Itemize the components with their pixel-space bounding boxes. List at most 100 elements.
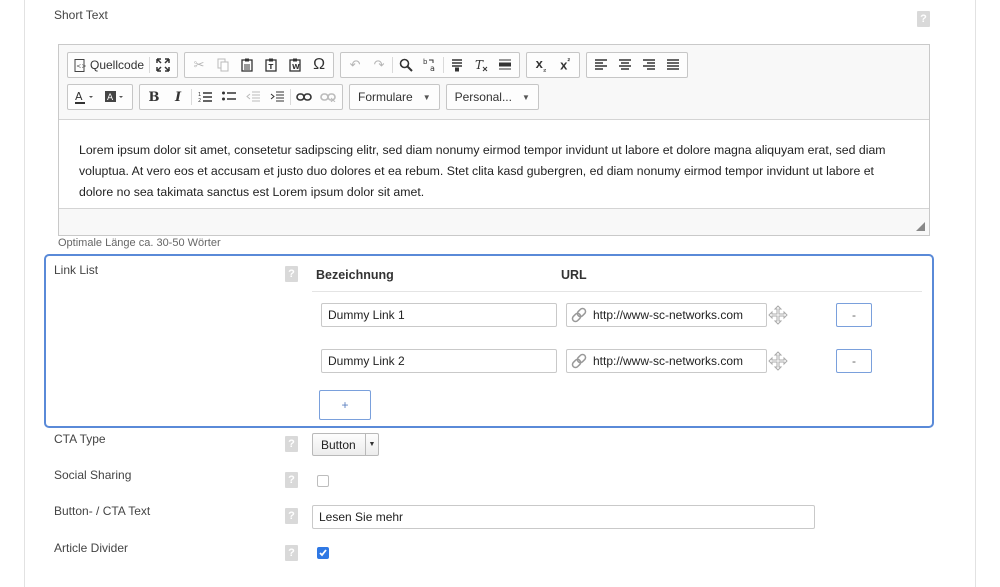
horizontal-line-button[interactable] xyxy=(493,54,517,76)
redo-button[interactable]: ↷ xyxy=(367,54,391,76)
link-url-field xyxy=(566,349,767,373)
select-all-button[interactable] xyxy=(445,54,469,76)
paste-text-button[interactable]: T xyxy=(259,54,283,76)
align-justify-button[interactable] xyxy=(661,54,685,76)
link-button[interactable] xyxy=(292,86,316,108)
cta-type-select[interactable]: Button ▼ xyxy=(312,433,379,456)
unlink-button[interactable] xyxy=(316,86,340,108)
move-icon[interactable] xyxy=(768,351,788,371)
superscript-icon: x² xyxy=(560,57,570,73)
background-color-icon: A xyxy=(105,91,123,103)
superscript-button[interactable]: x² xyxy=(553,54,577,76)
length-hint: Optimale Länge ca. 30-50 Wörter xyxy=(58,237,221,249)
find-button[interactable] xyxy=(394,54,418,76)
remove-format-icon: T xyxy=(475,58,488,72)
outdent-button[interactable] xyxy=(241,86,265,108)
link-list-help-icon[interactable]: ? xyxy=(285,266,298,282)
svg-text:T: T xyxy=(269,63,274,71)
bullet-list-icon xyxy=(222,91,236,101)
svg-text:<>: <> xyxy=(76,63,86,70)
link-name-input[interactable] xyxy=(321,349,557,373)
cta-type-help-icon[interactable]: ? xyxy=(285,436,298,452)
chevron-down-icon: ▼ xyxy=(365,434,378,455)
replace-button[interactable]: ba xyxy=(418,54,442,76)
bold-button[interactable]: B xyxy=(142,86,166,108)
unlink-icon xyxy=(320,93,336,102)
special-char-button[interactable]: Ω xyxy=(307,54,331,76)
chain-link-icon xyxy=(567,306,591,324)
search-icon xyxy=(399,58,413,72)
align-right-button[interactable] xyxy=(637,54,661,76)
undo-button[interactable]: ↶ xyxy=(343,54,367,76)
horizontal-rule-icon xyxy=(499,59,512,70)
svg-text:A: A xyxy=(107,93,114,103)
checkmark-icon xyxy=(319,549,327,557)
format-dropdown[interactable]: Formulare ▼ xyxy=(349,84,440,110)
toolbar-group-document: <> Quellcode xyxy=(67,52,179,78)
chevron-down-icon: ▼ xyxy=(521,92,530,102)
link-url-input[interactable] xyxy=(591,354,761,368)
numbered-list-button[interactable]: 12 xyxy=(193,86,217,108)
link-name-input[interactable] xyxy=(321,303,557,327)
remove-link-button[interactable]: - xyxy=(836,349,872,373)
style-dropdown-label: Personal... xyxy=(454,90,512,104)
align-center-button[interactable] xyxy=(613,54,637,76)
cut-button[interactable]: ✂ xyxy=(187,54,211,76)
subscript-icon: x₂ xyxy=(535,56,547,74)
svg-text:A: A xyxy=(75,90,83,103)
svg-text:W: W xyxy=(292,63,300,71)
chain-link-icon xyxy=(567,352,591,370)
replace-icon: ba xyxy=(423,58,435,73)
button-text-label: Button- / CTA Text xyxy=(54,504,151,518)
toolbar-group-history: ↶ ↷ ba T xyxy=(340,52,521,78)
article-divider-label: Article Divider xyxy=(54,541,129,555)
chevron-down-icon: ▼ xyxy=(422,92,431,102)
social-sharing-help-icon[interactable]: ? xyxy=(285,472,298,488)
link-list-section xyxy=(44,254,934,428)
article-divider-checkbox[interactable] xyxy=(317,547,329,559)
text-color-button[interactable]: A xyxy=(70,86,100,108)
resize-handle-icon[interactable] xyxy=(916,222,925,231)
align-right-icon xyxy=(643,59,656,70)
italic-button[interactable]: I xyxy=(166,86,190,108)
align-left-button[interactable] xyxy=(589,54,613,76)
social-sharing-checkbox[interactable] xyxy=(317,475,329,487)
paste-icon xyxy=(241,58,253,72)
source-button-label: Quellcode xyxy=(90,58,145,72)
source-button[interactable]: <> Quellcode xyxy=(70,54,148,76)
article-divider-help-icon[interactable]: ? xyxy=(285,545,298,561)
toolbar-group-basic: B I 12 xyxy=(139,84,343,110)
paste-word-icon: W xyxy=(289,58,301,72)
svg-text:2: 2 xyxy=(198,98,201,103)
remove-link-button[interactable]: - xyxy=(836,303,872,327)
cta-type-value: Button xyxy=(321,437,356,452)
subscript-button[interactable]: x₂ xyxy=(529,54,553,76)
indent-button[interactable] xyxy=(265,86,289,108)
button-text-help-icon[interactable]: ? xyxy=(285,508,298,524)
button-text-input[interactable] xyxy=(312,505,815,529)
editor-content-area[interactable]: Lorem ipsum dolor sit amet, consetetur s… xyxy=(59,119,929,209)
svg-text:b: b xyxy=(423,58,428,66)
column-header-url: URL xyxy=(561,268,587,282)
bullet-list-button[interactable] xyxy=(217,86,241,108)
toolbar-group-clipboard: ✂ T W Ω xyxy=(184,52,335,78)
short-text-help-icon[interactable]: ? xyxy=(917,11,930,27)
style-dropdown[interactable]: Personal... ▼ xyxy=(445,84,539,110)
paste-text-icon: T xyxy=(265,58,277,72)
copy-button[interactable] xyxy=(211,54,235,76)
link-url-input[interactable] xyxy=(591,308,761,322)
maximize-button[interactable] xyxy=(151,54,175,76)
add-link-button[interactable]: + xyxy=(319,390,371,420)
editor-content-text: Lorem ipsum dolor sit amet, consetetur s… xyxy=(79,143,886,199)
svg-text:a: a xyxy=(430,64,435,73)
italic-icon: I xyxy=(174,89,182,105)
indent-icon xyxy=(270,91,284,102)
omega-icon: Ω xyxy=(313,56,326,73)
paste-button[interactable] xyxy=(235,54,259,76)
paste-word-button[interactable]: W xyxy=(283,54,307,76)
remove-format-button[interactable]: T xyxy=(469,54,493,76)
background-color-button[interactable]: A xyxy=(100,86,130,108)
rich-text-editor: <> Quellcode ✂ T W Ω ↶ ↷ b a T x₂ x² A A… xyxy=(58,44,930,236)
move-icon[interactable] xyxy=(768,305,788,325)
link-icon xyxy=(296,93,312,101)
